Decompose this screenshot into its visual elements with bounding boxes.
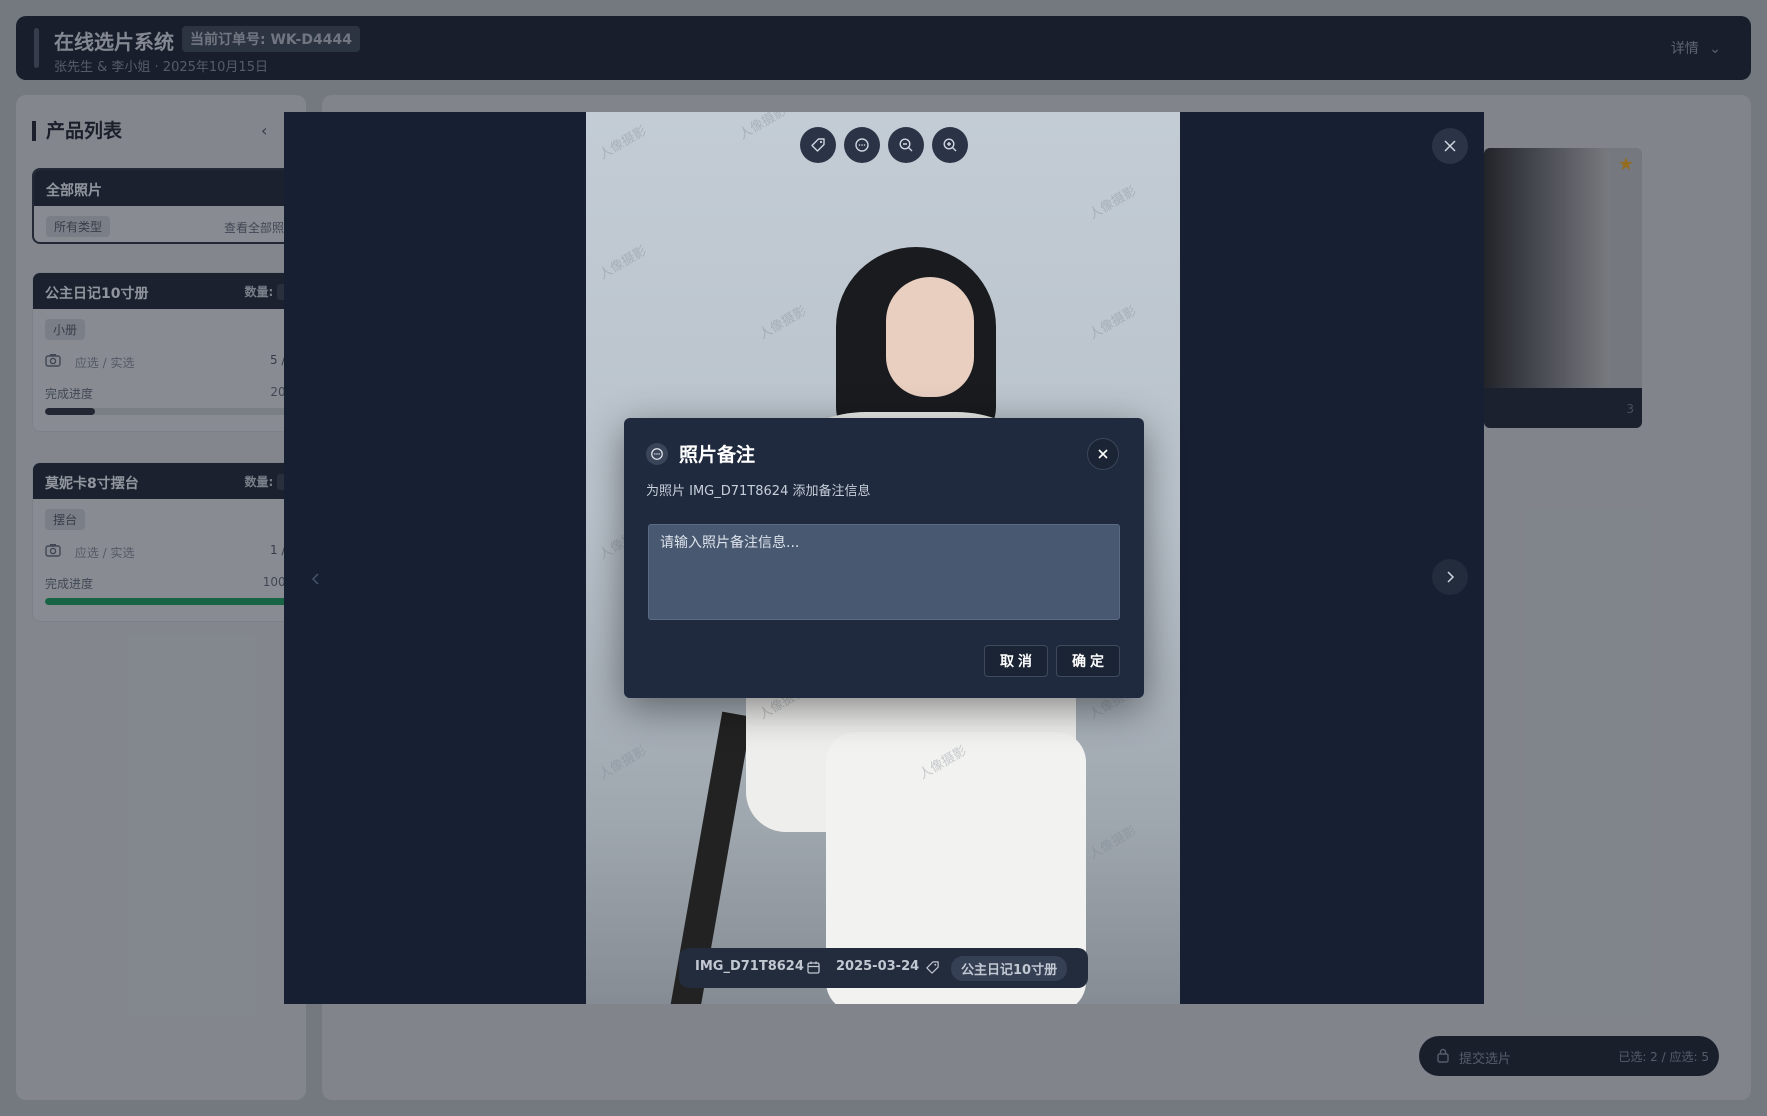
tag-photo-button[interactable] <box>800 127 836 163</box>
watermark-text: 人像摄影 <box>1086 303 1140 343</box>
close-dialog-button[interactable] <box>1087 438 1119 470</box>
chevron-right-icon <box>1447 571 1455 583</box>
close-icon <box>1098 449 1108 459</box>
comment-icon <box>646 443 668 465</box>
close-viewer-button[interactable] <box>1432 128 1468 164</box>
photo-face <box>886 277 974 397</box>
comment-photo-button[interactable] <box>844 127 880 163</box>
watermark-text: 人像摄影 <box>736 112 790 143</box>
photo-note-dialog: 照片备注 为照片 IMG_D71T8624 添加备注信息 取消 确定 <box>624 418 1144 698</box>
photo-info-bar: IMG_D71T8624 2025-03-24 公主日记10寸册 <box>679 948 1088 988</box>
tag-icon <box>811 138 825 152</box>
next-photo-button[interactable] <box>1432 559 1468 595</box>
dialog-subtitle: 为照片 IMG_D71T8624 添加备注信息 <box>646 484 871 499</box>
chevron-left-icon <box>311 573 319 585</box>
tag-icon <box>925 960 940 975</box>
previous-photo-button[interactable] <box>302 565 330 593</box>
watermark-text: 人像摄影 <box>1086 823 1140 863</box>
photo-id: IMG_D71T8624 <box>695 959 804 974</box>
calendar-icon <box>806 960 821 975</box>
note-input[interactable] <box>648 524 1120 620</box>
watermark-text: 人像摄影 <box>596 743 650 783</box>
dialog-title: 照片备注 <box>679 444 756 466</box>
close-icon <box>1444 140 1456 152</box>
zoom-out-icon <box>899 138 913 152</box>
photo-date: 2025-03-24 <box>836 959 920 974</box>
zoom-in-icon <box>943 138 957 152</box>
photo-product-badge: 公主日记10寸册 <box>951 956 1068 981</box>
comment-icon <box>855 138 869 152</box>
zoom-out-button[interactable] <box>888 127 924 163</box>
cancel-button[interactable]: 取消 <box>984 645 1048 677</box>
watermark-text: 人像摄影 <box>596 243 650 283</box>
zoom-in-button[interactable] <box>932 127 968 163</box>
watermark-text: 人像摄影 <box>756 303 810 343</box>
confirm-button[interactable]: 确定 <box>1056 645 1120 677</box>
watermark-text: 人像摄影 <box>1086 183 1140 223</box>
watermark-text: 人像摄影 <box>596 123 650 163</box>
